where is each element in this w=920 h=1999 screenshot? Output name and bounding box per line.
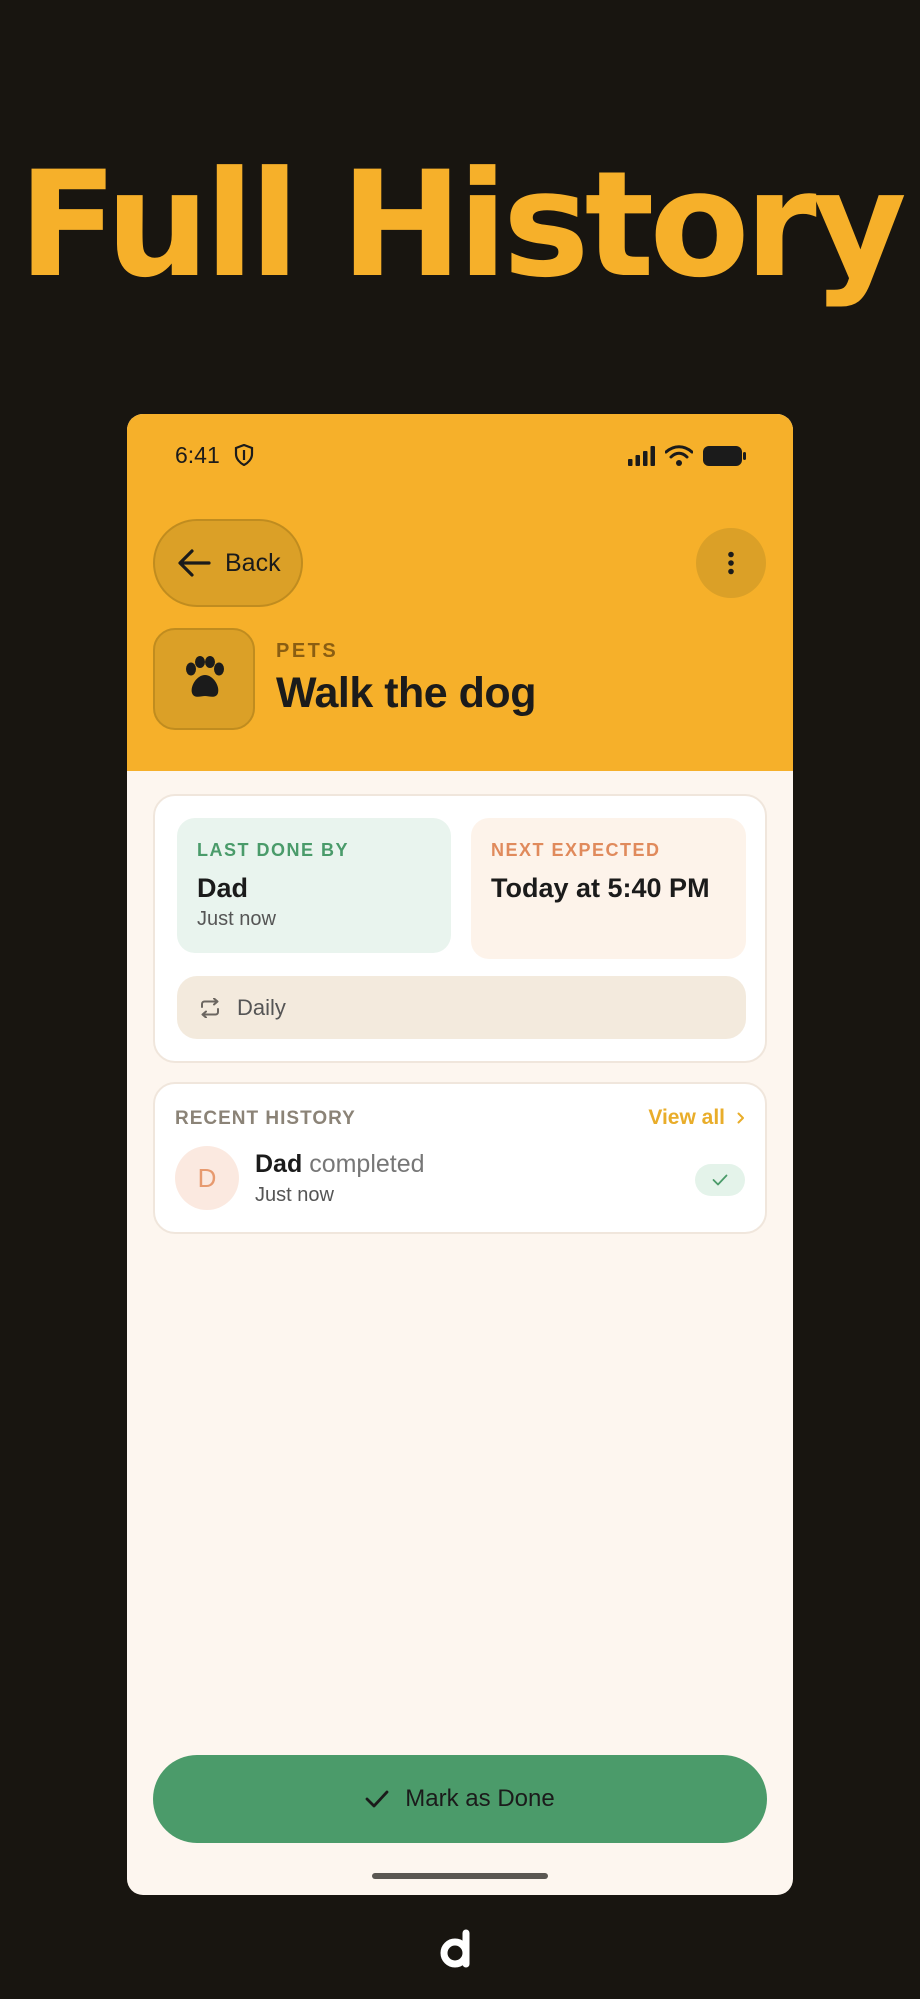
wifi-icon [664,445,694,472]
history-entry-user: Dad [255,1150,303,1178]
last-done-label: LAST DONE BY [197,840,350,860]
frequency-label: Daily [237,994,286,1020]
last-done-time: Just now [197,908,276,930]
avatar: D [175,1146,239,1210]
task-header: 6:41 Back PETS Walk the dog [127,414,793,771]
task-category: PETS [276,640,339,662]
category-icon-tile [153,628,255,730]
mark-as-done-label: Mark as Done [405,1785,555,1812]
task-summary-card: LAST DONE BY Dad Just now NEXT EXPECTED … [153,794,767,1063]
history-entry-action: completed [309,1150,425,1178]
completed-badge [695,1164,745,1196]
paw-icon [186,656,224,697]
history-entry-time: Just now [255,1184,334,1206]
more-options-button[interactable] [696,528,766,598]
history-entry[interactable]: Dad completed [255,1150,425,1179]
frequency-pill: Daily [177,976,746,1039]
check-icon [365,1790,389,1808]
repeat-icon [201,997,219,1018]
battery-icon [703,445,747,472]
next-expected-box: NEXT EXPECTED Today at 5:40 PM [471,818,746,959]
page-headline: Full History [18,140,907,310]
status-time: 6:41 [175,442,220,468]
shield-icon [234,443,254,471]
next-expected-label: NEXT EXPECTED [491,840,661,860]
chevron-right-icon [737,1112,744,1124]
check-icon [712,1174,728,1186]
view-all-link[interactable]: View all [648,1106,745,1130]
brand-logo-icon [440,1929,478,1974]
arrow-left-icon [178,549,211,577]
signal-icon [628,446,656,471]
phone-screen: 6:41 Back PETS Walk the dog LAST DONE BY… [127,414,793,1895]
mark-as-done-button[interactable]: Mark as Done [153,1755,767,1843]
task-title: Walk the dog [276,669,536,717]
recent-history-title: RECENT HISTORY [175,1108,356,1129]
view-all-label: View all [648,1106,725,1129]
back-label: Back [225,548,281,577]
next-expected-value: Today at 5:40 PM [491,873,710,903]
last-done-box: LAST DONE BY Dad Just now [177,818,451,953]
more-vertical-icon [728,551,734,575]
home-indicator[interactable] [372,1873,548,1879]
back-button[interactable]: Back [153,519,303,607]
recent-history-card: RECENT HISTORY View all D Dad completed … [153,1082,767,1234]
last-done-user: Dad [197,873,249,903]
